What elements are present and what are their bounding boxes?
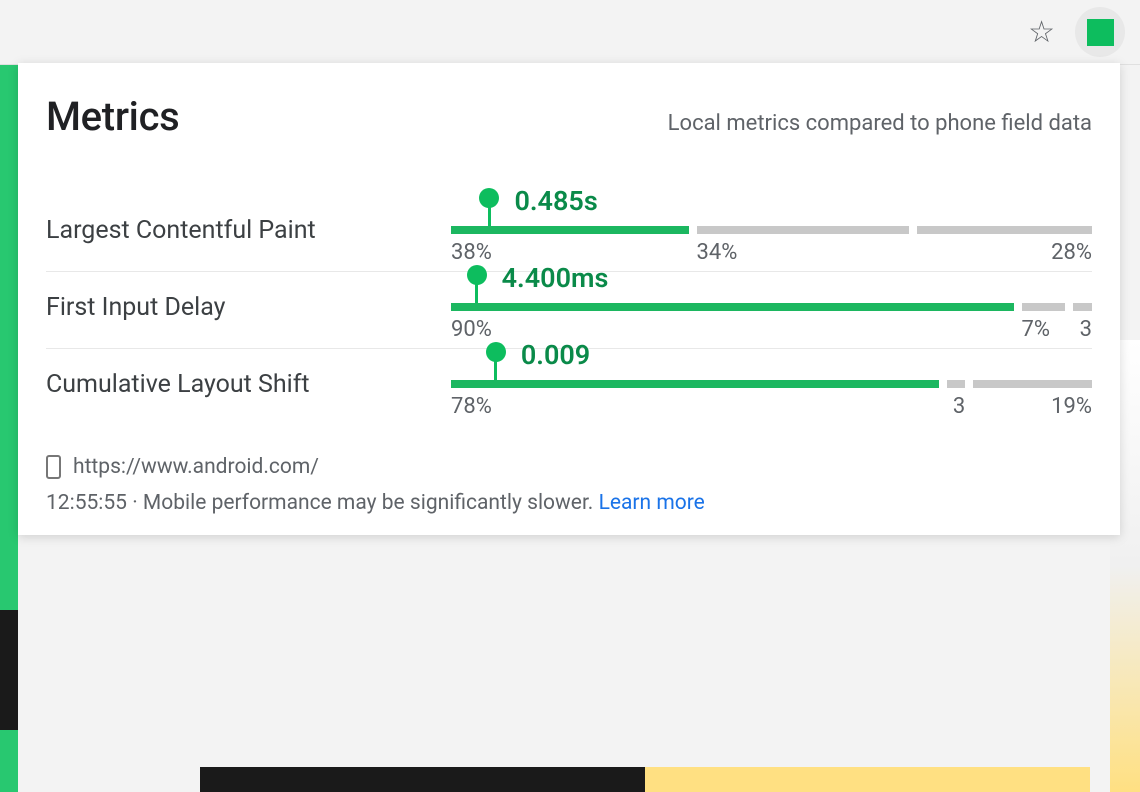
segment-good: 78% [451, 380, 939, 388]
segment-poor: 28% [917, 226, 1092, 234]
segment-good: 38% [451, 226, 689, 234]
page-subtitle: Local metrics compared to phone field da… [668, 111, 1092, 136]
segment-needs: 34% [697, 226, 910, 234]
popup-footer: https://www.android.com/ 12:55:55 · Mobi… [46, 455, 1092, 515]
segment-label: 38% [451, 240, 492, 265]
distribution-bar: 38% 34% 28% [451, 226, 1092, 234]
metric-row: Cumulative Layout Shift0.00978%319% [46, 349, 1092, 425]
footer-status-row: 12:55:55 · Mobile performance may be sig… [46, 491, 1092, 515]
segment-label: 28% [1051, 240, 1092, 265]
metric-name: Cumulative Layout Shift [46, 370, 451, 399]
browser-toolbar: ☆ [0, 0, 1140, 65]
status-square-icon [1087, 19, 1114, 46]
page-title: Metrics [46, 93, 179, 140]
metric-value: 0.009 [521, 339, 590, 371]
segment-label: 19% [1051, 394, 1092, 419]
segment-label: 78% [451, 394, 492, 419]
segment-good: 90% [451, 303, 1014, 311]
distribution-bar: 90% 7% 3 [451, 303, 1092, 311]
page-url: https://www.android.com/ [73, 455, 319, 479]
metric-name: First Input Delay [46, 293, 451, 322]
bookmark-star-icon[interactable]: ☆ [1028, 15, 1055, 50]
metric-body: 4.400ms90%7%3 [451, 303, 1092, 311]
page-background-bottom [200, 767, 1090, 792]
segment-label: 3 [1080, 317, 1092, 342]
metric-body: 0.485s38%34%28% [451, 226, 1092, 234]
segment-needs: 3 [947, 380, 966, 388]
phone-icon [46, 455, 61, 479]
segment-label: 34% [697, 240, 738, 265]
segment-needs: 7% [1022, 303, 1066, 311]
distribution-bar: 78% 3 19% [451, 380, 1092, 388]
metric-value: 0.485s [514, 185, 597, 217]
segment-poor: 19% [973, 380, 1092, 388]
performance-warning: Mobile performance may be significantly … [143, 491, 599, 515]
footer-url-row: https://www.android.com/ [46, 455, 1092, 479]
metric-row: Largest Contentful Paint0.485s38%34%28% [46, 195, 1092, 272]
metric-name: Largest Contentful Paint [46, 216, 451, 245]
web-vitals-popup: Metrics Local metrics compared to phone … [18, 63, 1120, 535]
metric-value: 4.400ms [502, 262, 609, 294]
learn-more-link[interactable]: Learn more [599, 491, 705, 515]
segment-label: 3 [953, 394, 965, 419]
page-background-dark [0, 610, 18, 730]
popup-header: Metrics Local metrics compared to phone … [46, 93, 1092, 140]
web-vitals-extension-icon[interactable] [1075, 7, 1125, 57]
segment-label: 90% [451, 317, 492, 342]
segment-label: 7% [1022, 317, 1050, 342]
separator: · [127, 491, 143, 515]
metric-row: First Input Delay4.400ms90%7%3 [46, 272, 1092, 349]
segment-poor: 3 [1073, 303, 1092, 311]
metric-body: 0.00978%319% [451, 380, 1092, 388]
timestamp: 12:55:55 [46, 491, 127, 515]
